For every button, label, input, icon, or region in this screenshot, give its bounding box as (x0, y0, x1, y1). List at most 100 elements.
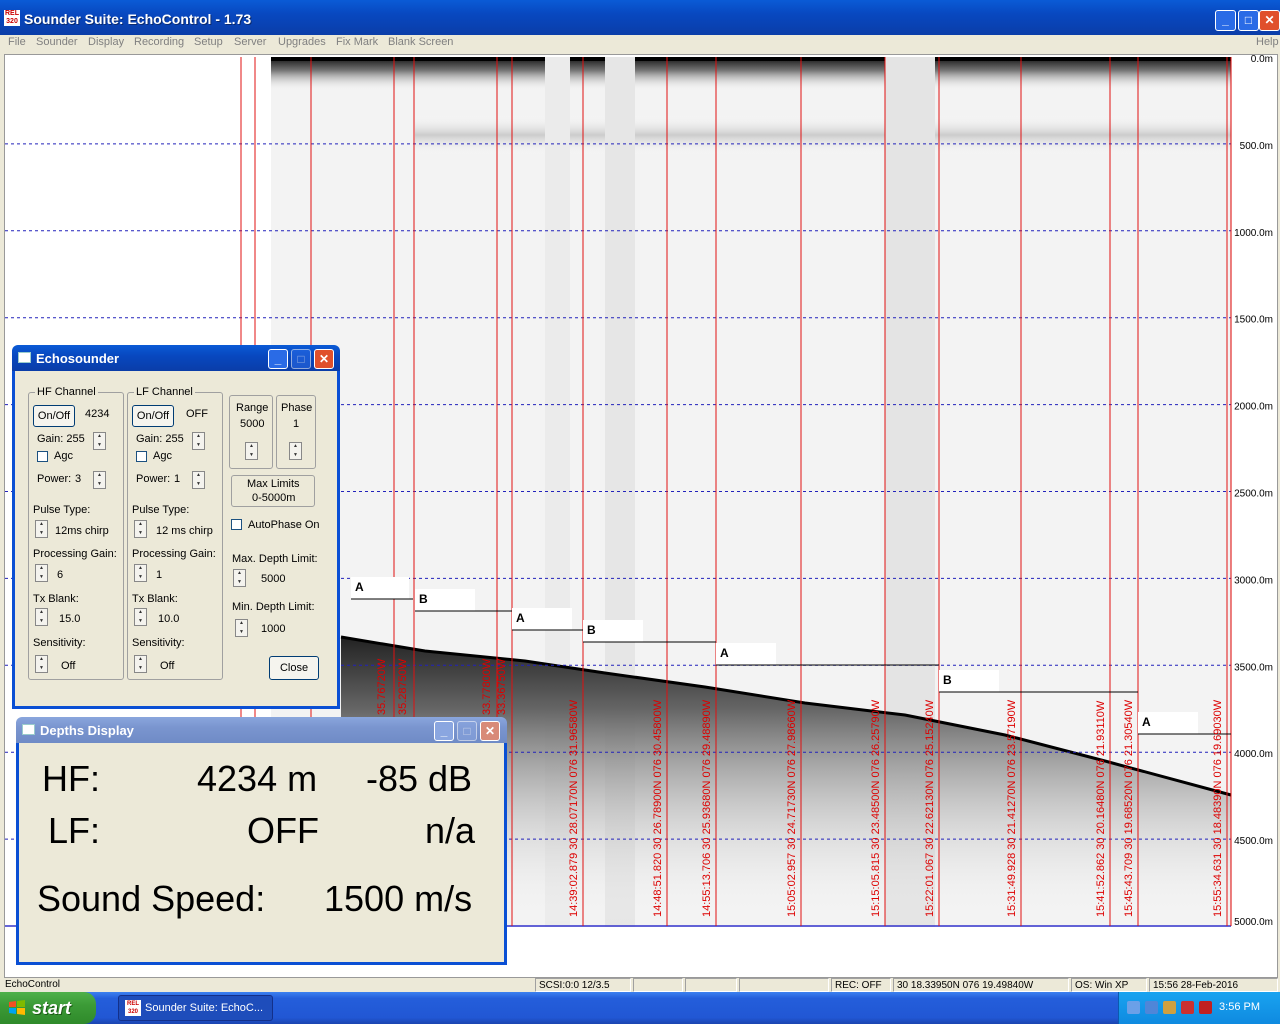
hf-onoff-button[interactable]: On/Off (33, 405, 75, 427)
system-tray: 3:56 PM (1118, 992, 1280, 1024)
depth-tick-label: 1000.0m (1234, 228, 1273, 239)
window-icon (22, 724, 35, 735)
segment-mark: A (1142, 715, 1151, 729)
close-button[interactable]: ✕ (1259, 10, 1280, 31)
menu-blank-screen[interactable]: Blank Screen (388, 36, 453, 48)
maximize-icon[interactable]: □ (291, 349, 311, 369)
fix-label-partial: 33.36750W (496, 658, 508, 715)
menu-file[interactable]: File (8, 36, 26, 48)
lf-power-spinner[interactable] (192, 471, 205, 489)
menu-server[interactable]: Server (234, 36, 266, 48)
lf-proc-spinner[interactable] (134, 564, 147, 582)
lf-channel-group: LF Channel On/Off OFF Gain: 255 Agc Powe… (127, 386, 223, 680)
menu-fix-mark[interactable]: Fix Mark (336, 36, 378, 48)
max-limits-button[interactable]: Max Limits 0-5000m (231, 475, 315, 507)
lf-sens-spinner[interactable] (134, 655, 147, 673)
status-empty (633, 978, 683, 992)
lf-agc-checkbox[interactable] (136, 451, 147, 462)
fix-label: 14:55:13.706 30 25.93680N 076 29.48890W (701, 699, 713, 917)
max-limits-range: 0-5000m (252, 492, 296, 504)
maximize-icon[interactable]: □ (457, 721, 477, 741)
hf-depth: 4234 m (197, 758, 318, 799)
fix-label: 15:15:05.815 30 23.48500N 076 26.25790W (870, 699, 882, 917)
status-scsi: SCSI:0:0 12/3.5 (535, 978, 631, 992)
minimize-button[interactable]: _ (1215, 10, 1236, 31)
hf-tx-spinner[interactable] (35, 608, 48, 626)
minimize-icon[interactable]: _ (268, 349, 288, 369)
hf-value: 4234 (85, 408, 110, 420)
lf-label: LF: (48, 810, 101, 851)
menu-sounder[interactable]: Sounder (36, 36, 78, 48)
phase-spinner[interactable] (289, 442, 302, 460)
network-icon[interactable] (1127, 1001, 1140, 1014)
status-empty (739, 978, 829, 992)
depths-titlebar: Depths Display _ □ ✕ (16, 717, 507, 743)
hf-pulse-value: 12ms chirp (55, 525, 109, 537)
sound-speed-value: 1500 m/s (324, 878, 473, 919)
range-label: Range (236, 402, 269, 414)
fix-label-partial: 33.77800W (481, 658, 493, 715)
hf-power-value: 3 (75, 473, 82, 485)
app-icon: REL 320 (125, 1000, 141, 1016)
graphics-icon[interactable] (1199, 1001, 1212, 1014)
taskbar-item-sounder[interactable]: REL 320 Sounder Suite: EchoC... (118, 995, 273, 1021)
segment-mark: B (943, 673, 952, 687)
close-icon[interactable]: ✕ (480, 721, 500, 741)
status-rec: REC: OFF (831, 978, 891, 992)
fix-label: 15:55:34.631 30 18.48390N 076 19.69030W (1212, 699, 1224, 917)
hf-gain-spinner[interactable] (93, 432, 106, 450)
fix-label: 15:22:01.067 30 22.62130N 076 25.15240W (924, 699, 936, 917)
fix-label: 15:05:02.957 30 24.71730N 076 27.98660W (786, 699, 798, 917)
start-button[interactable]: start (0, 992, 96, 1024)
autophase-checkbox[interactable] (231, 519, 242, 530)
depth-tick-label: 0.0m (1251, 55, 1273, 65)
max-depth-label: Max. Depth Limit: (232, 553, 318, 565)
fix-label: 15:31:49.928 30 21.41270N 076 23.57190W (1006, 699, 1018, 917)
lf-gain-spinner[interactable] (192, 432, 205, 450)
menu-help[interactable]: Help (1256, 36, 1279, 48)
min-depth-value: 1000 (261, 623, 286, 635)
close-button[interactable]: Close (269, 656, 319, 680)
phase-box: Phase 1 (276, 395, 316, 469)
fix-label: 15:41:52.862 30 20.16480N 076 21.93110W (1095, 700, 1107, 917)
depth-tick-label: 5000.0m (1234, 917, 1273, 928)
depths-title: Depths Display (40, 723, 134, 738)
lf-tx-spinner[interactable] (134, 608, 147, 626)
close-icon[interactable]: ✕ (314, 349, 334, 369)
range-spinner[interactable] (245, 442, 258, 460)
network-icon[interactable] (1145, 1001, 1158, 1014)
lf-gain-label: Gain: 255 (136, 433, 184, 445)
fix-label: 15:45:43.709 30 19.68520N 076 21.30540W (1123, 699, 1135, 917)
lf-onoff-button[interactable]: On/Off (132, 405, 174, 427)
menu-upgrades[interactable]: Upgrades (278, 36, 326, 48)
min-depth-spinner[interactable] (235, 619, 248, 637)
segment-mark: A (516, 611, 525, 625)
phase-value: 1 (293, 418, 300, 430)
minimize-icon[interactable]: _ (434, 721, 454, 741)
max-limits-label: Max Limits (247, 478, 300, 490)
hf-proc-spinner[interactable] (35, 564, 48, 582)
windows-logo-icon (9, 1000, 25, 1015)
lf-tx-value: 10.0 (158, 613, 180, 625)
echosounder-titlebar: Echosounder _ □ ✕ (12, 345, 340, 371)
usb-icon[interactable] (1163, 1001, 1176, 1014)
maximize-button[interactable]: □ (1238, 10, 1259, 31)
menu-setup[interactable]: Setup (194, 36, 223, 48)
hf-agc-checkbox[interactable] (37, 451, 48, 462)
lf-value: OFF (186, 408, 208, 420)
lf-proc-label: Processing Gain: (132, 548, 216, 560)
lf-pulse-spinner[interactable] (134, 520, 147, 538)
depth-tick-label: 2500.0m (1234, 489, 1273, 500)
max-depth-spinner[interactable] (233, 569, 246, 587)
hf-power-spinner[interactable] (93, 471, 106, 489)
lf-db: n/a (425, 810, 476, 851)
lf-sens-value: Off (160, 660, 175, 672)
shield-icon[interactable] (1181, 1001, 1194, 1014)
menu-recording[interactable]: Recording (134, 36, 184, 48)
hf-pulse-spinner[interactable] (35, 520, 48, 538)
hf-sens-spinner[interactable] (35, 655, 48, 673)
status-bar: EchoControl SCSI:0:0 12/3.5 REC: OFF 30 … (0, 978, 1280, 992)
hf-pulse-label: Pulse Type: (33, 504, 91, 516)
range-box: Range 5000 (229, 395, 273, 469)
menu-display[interactable]: Display (88, 36, 124, 48)
